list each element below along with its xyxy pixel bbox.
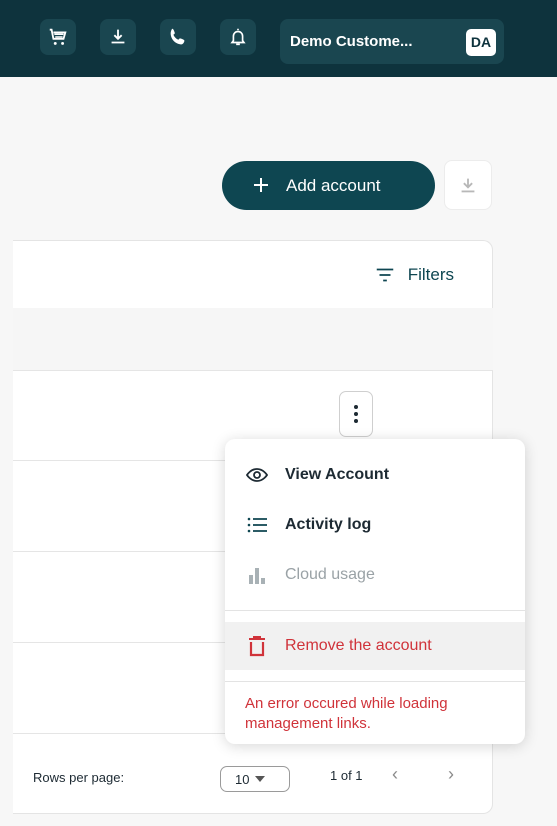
bar-chart-icon [245, 563, 269, 587]
trash-icon [245, 634, 269, 658]
row-actions-menu: View Account Activity log Cloud usage Re… [225, 439, 525, 744]
cart-icon [49, 28, 67, 45]
menu-item-label: View Account [285, 466, 390, 483]
phone-button[interactable] [160, 19, 196, 55]
menu-divider [225, 610, 525, 611]
menu-item-label: Cloud usage [285, 566, 375, 583]
top-bar: Demo Custome... DA [0, 0, 557, 77]
rows-per-page-select[interactable]: 10 [220, 766, 290, 792]
menu-divider [225, 681, 525, 682]
menu-item-activity-log[interactable]: Activity log [225, 505, 525, 545]
rows-per-page-label: Rows per page: [33, 770, 125, 785]
divider [13, 370, 493, 371]
filters-label: Filters [407, 265, 454, 284]
page-info: 1 of 1 [330, 768, 363, 783]
menu-item-view-account[interactable]: View Account [225, 455, 525, 495]
download-button[interactable] [100, 19, 136, 55]
next-page-button[interactable]: › [448, 764, 454, 785]
export-button[interactable] [444, 160, 492, 210]
menu-item-cloud-usage: Cloud usage [225, 555, 525, 595]
avatar: DA [466, 29, 496, 56]
notifications-button[interactable] [220, 19, 256, 55]
cart-button[interactable] [40, 19, 76, 55]
user-name: Demo Custome... [290, 33, 413, 50]
add-account-label: Add account [286, 176, 381, 195]
caret-down-icon [255, 776, 266, 782]
menu-item-label: Remove the account [285, 637, 432, 654]
eye-icon [245, 463, 269, 487]
filters-button[interactable]: Filters [374, 261, 454, 289]
phone-icon [170, 28, 185, 45]
more-icon [354, 405, 358, 409]
list-icon [245, 513, 269, 537]
download-icon [461, 178, 475, 193]
bell-icon [230, 28, 246, 46]
plus-icon [254, 178, 268, 192]
rows-per-page-value: 10 [235, 771, 250, 787]
filter-icon [376, 268, 393, 282]
add-account-button[interactable]: Add account [222, 161, 435, 210]
user-menu-button[interactable]: Demo Custome... DA [280, 19, 504, 64]
previous-page-button[interactable]: ‹ [392, 764, 398, 785]
menu-item-remove-account[interactable]: Remove the account [225, 622, 525, 670]
table-header [13, 308, 493, 370]
menu-error-message: An error occured while loading managemen… [245, 695, 448, 732]
download-icon [111, 29, 125, 44]
row-actions-button[interactable] [339, 391, 373, 437]
menu-item-label: Activity log [285, 516, 372, 533]
